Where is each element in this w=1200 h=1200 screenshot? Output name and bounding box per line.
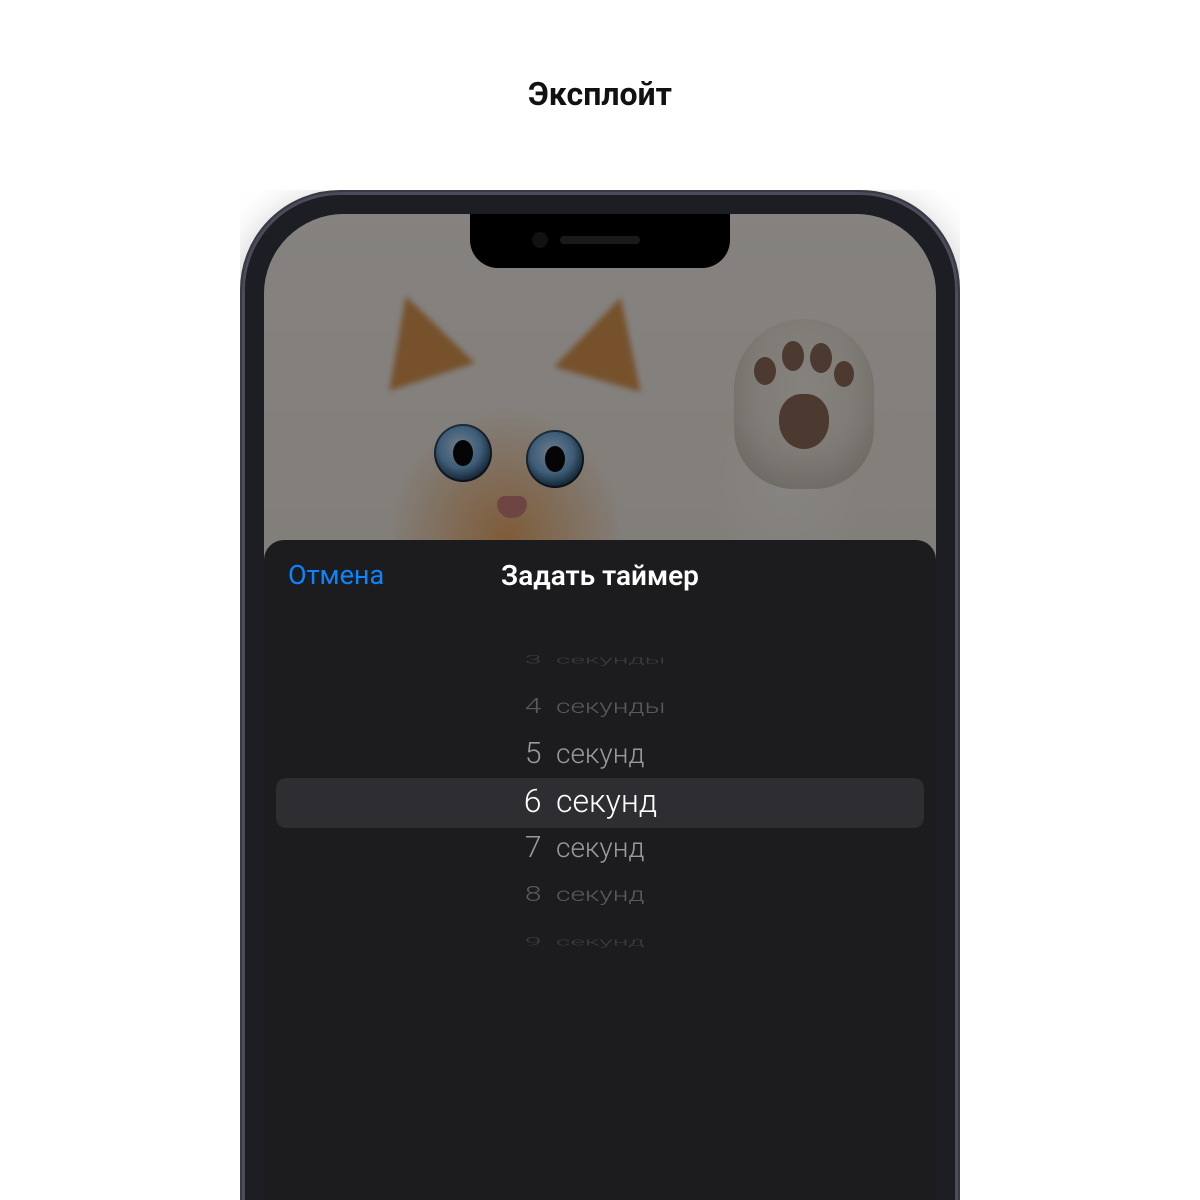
picker-option[interactable]: 7 секунд [264, 824, 936, 871]
picker-option[interactable]: 9 секунд [264, 918, 936, 965]
picker-unit: секунд [556, 831, 696, 864]
picker-option[interactable]: 8 секунд [264, 871, 936, 918]
picker-option[interactable]: 3 секунды [264, 636, 936, 683]
page-heading: Эксплойт [0, 75, 1200, 113]
picker-option[interactable]: 4 секунды [264, 683, 936, 730]
sheet-header: Отмена Задать таймер [264, 540, 936, 610]
picker-list: 3 секунды 4 секунды 5 секунд 6 [264, 636, 936, 965]
phone-notch [470, 214, 730, 268]
sheet-title: Задать таймер [501, 559, 699, 592]
picker-option[interactable]: 5 секунд [264, 730, 936, 777]
picker-unit: секунды [556, 695, 696, 718]
phone-mockup: Отмена Задать таймер 3 секунды 4 секунды [240, 190, 960, 1200]
picker-unit: секунды [556, 653, 696, 666]
picker-value: 5 [504, 736, 542, 771]
picker-unit: секунд [556, 737, 696, 770]
timer-sheet: Отмена Задать таймер 3 секунды 4 секунды [264, 540, 936, 1200]
cancel-button[interactable]: Отмена [288, 540, 384, 610]
picker-unit: секунд [556, 782, 696, 820]
picker-unit: секунд [556, 935, 696, 948]
picker-value: 8 [504, 882, 542, 907]
phone-screen: Отмена Задать таймер 3 секунды 4 секунды [264, 214, 936, 1200]
picker-option-selected[interactable]: 6 секунд [264, 777, 936, 824]
picker-value: 3 [504, 653, 542, 667]
timer-picker[interactable]: 3 секунды 4 секунды 5 секунд 6 [264, 636, 936, 966]
picker-value: 6 [504, 782, 542, 820]
phone-frame: Отмена Задать таймер 3 секунды 4 секунды [240, 190, 960, 1200]
picker-value: 4 [504, 694, 542, 719]
picker-value: 7 [504, 830, 542, 865]
picker-unit: секунд [556, 883, 696, 906]
picker-value: 9 [504, 935, 542, 949]
